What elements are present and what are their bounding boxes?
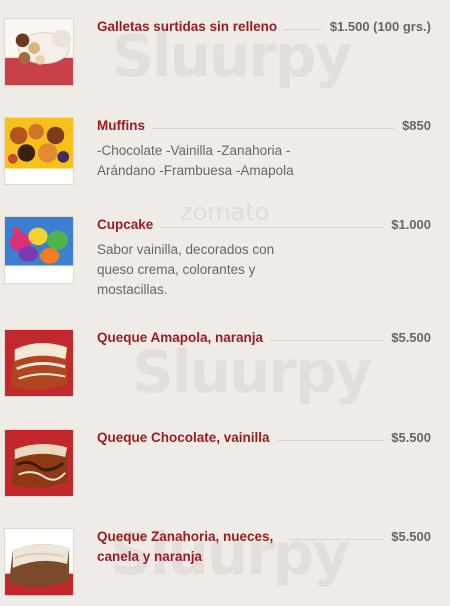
item-name: Galletas surtidas sin relleno bbox=[97, 19, 278, 34]
item-description: -Chocolate -Vainilla -Zanahoria -Arándan… bbox=[97, 143, 294, 178]
item-price: $1.000 bbox=[391, 217, 431, 232]
dotted-leader bbox=[271, 328, 384, 341]
menu-item: Queque Amapola, naranja $5.500 bbox=[0, 328, 450, 403]
muffins-image[interactable] bbox=[4, 117, 74, 185]
item-price: $850 bbox=[402, 118, 431, 133]
menu-item: Galletas surtidas sin relleno $1.500 (10… bbox=[0, 17, 450, 92]
carrot-cake-image[interactable] bbox=[4, 528, 74, 596]
menu-item: Queque Zanahoria, nueces, canela y naran… bbox=[0, 527, 450, 602]
poppy-cake-image[interactable] bbox=[4, 329, 74, 397]
item-price: $5.500 bbox=[391, 430, 431, 445]
dotted-leader bbox=[153, 116, 395, 129]
dotted-leader bbox=[285, 17, 322, 30]
dotted-leader bbox=[161, 215, 384, 228]
item-price: $5.500 bbox=[391, 529, 431, 544]
chocolate-cake-image[interactable] bbox=[4, 429, 74, 497]
dotted-leader bbox=[290, 527, 384, 540]
cupcakes-image[interactable] bbox=[4, 216, 74, 284]
item-price: $5.500 bbox=[391, 330, 431, 345]
item-name: Queque Amapola, naranja bbox=[97, 330, 264, 345]
item-name: Queque Chocolate, vainilla bbox=[97, 430, 270, 445]
menu-item: Muffins $850 -Chocolate -Vainilla -Zanah… bbox=[0, 116, 450, 191]
item-name: Cupcake bbox=[97, 217, 154, 232]
item-description: Sabor vainilla, decorados con queso crem… bbox=[97, 242, 275, 297]
item-name: Muffins bbox=[97, 118, 145, 133]
item-name: Queque Zanahoria, nueces, canela y naran… bbox=[97, 529, 274, 564]
dotted-leader bbox=[277, 428, 384, 441]
menu-item: Queque Chocolate, vainilla $5.500 bbox=[0, 428, 450, 503]
item-price: $1.500 (100 grs.) bbox=[329, 19, 431, 34]
cookies-plate-image[interactable] bbox=[4, 18, 74, 86]
menu-item: Cupcake $1.000 Sabor vainilla, decorados… bbox=[0, 215, 450, 297]
